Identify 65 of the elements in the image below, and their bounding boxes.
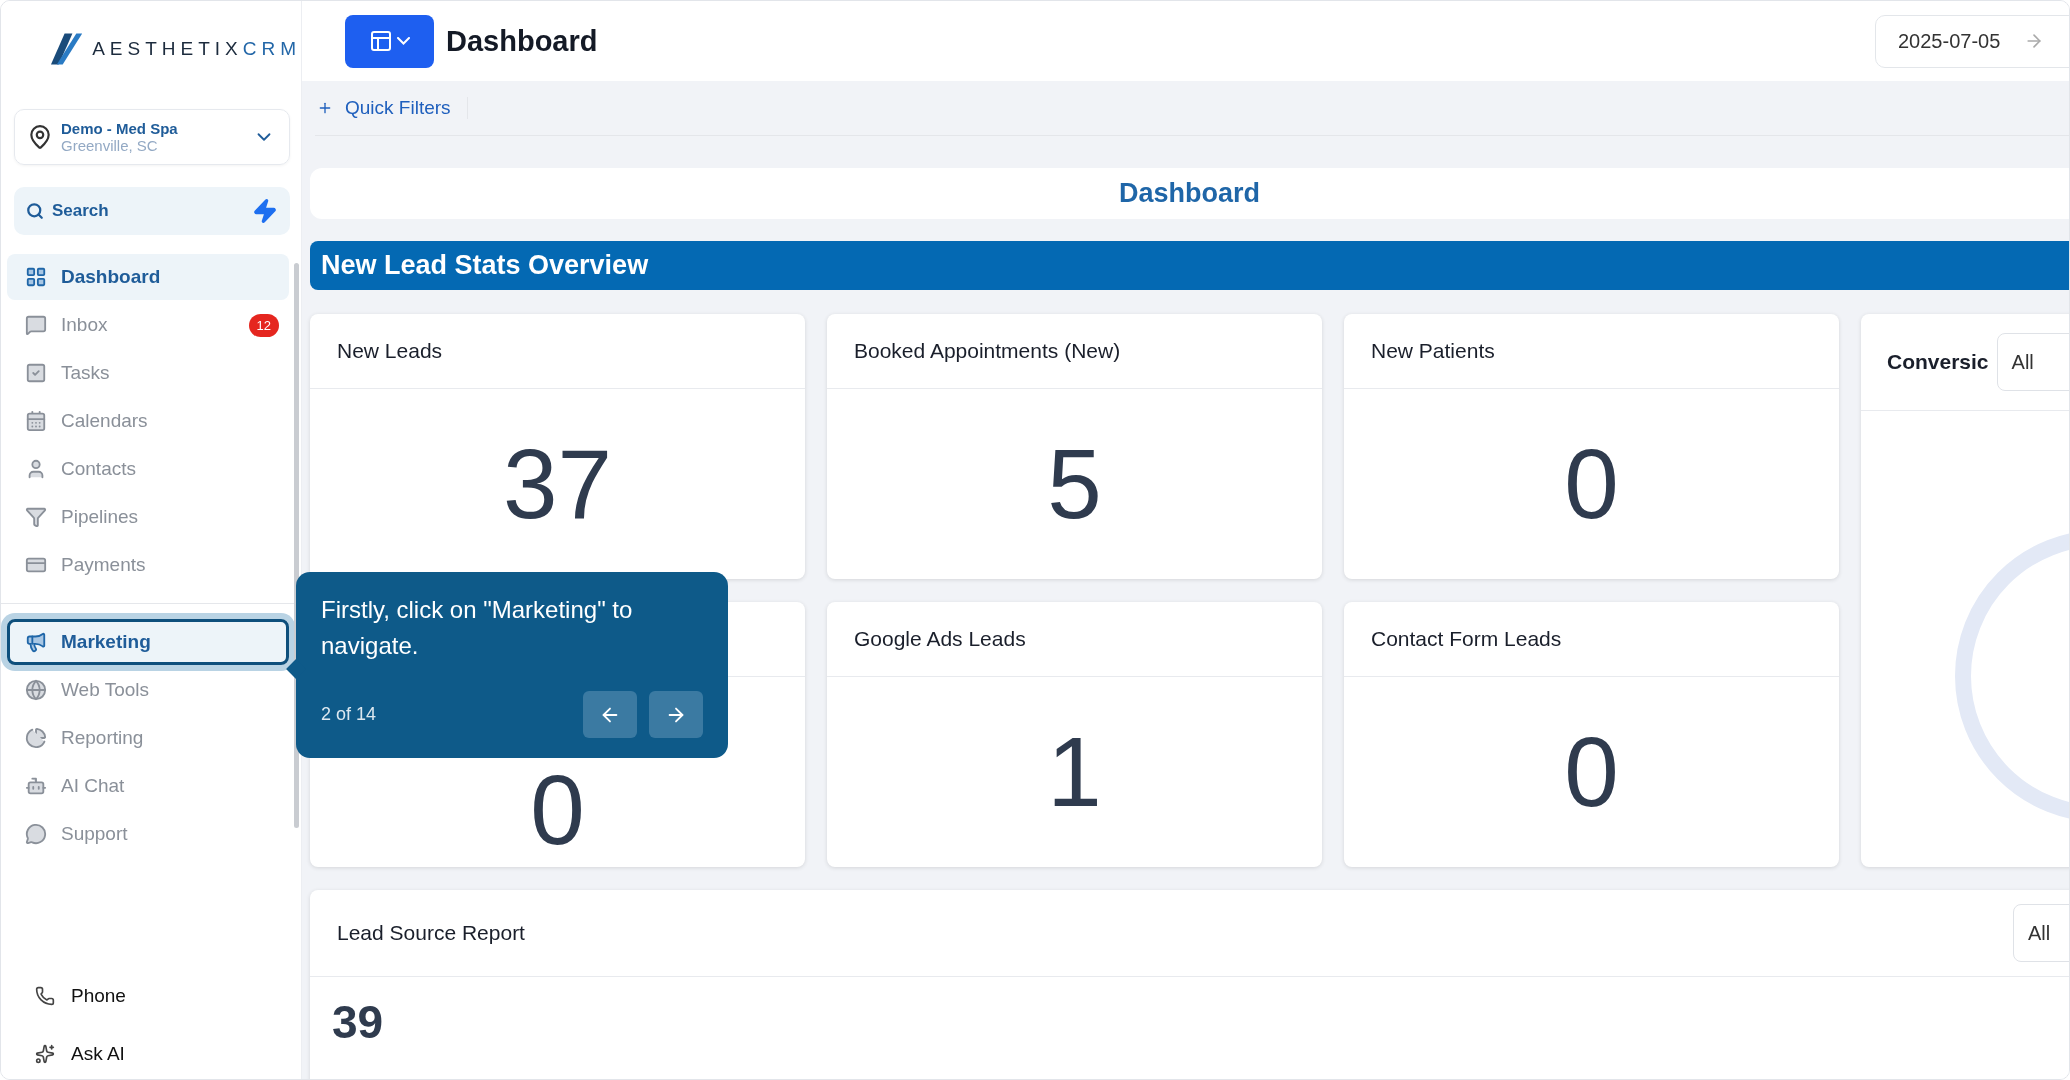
map-pin-icon — [27, 124, 53, 150]
stat-value: 0 — [1564, 723, 1619, 821]
location-city: Greenville, SC — [61, 137, 159, 154]
nav-icon — [25, 679, 47, 701]
page-title: Dashboard — [446, 24, 598, 58]
section-title: New Lead Stats Overview — [321, 250, 649, 281]
footer-link[interactable]: Phone — [35, 985, 301, 1007]
location-selector[interactable]: Demo - Med Spa Greenville, SC — [14, 109, 290, 165]
footer-link[interactable]: Ask AI — [35, 1043, 301, 1065]
filter-select[interactable]: All — [2013, 904, 2069, 962]
nav-item[interactable]: Support — [7, 811, 289, 857]
lightning-icon — [252, 198, 278, 224]
dashboard-heading: Dashboard — [1119, 178, 1260, 209]
stat-value: 0 — [1564, 435, 1619, 533]
nav-icon — [25, 410, 47, 432]
location-name: Demo - Med Spa — [61, 120, 179, 137]
nav-item[interactable]: AI Chat — [7, 763, 289, 809]
nav-item[interactable]: Pipelines — [7, 494, 289, 540]
nav-icon — [25, 727, 47, 749]
layout-icon — [369, 29, 393, 53]
next-button[interactable] — [649, 691, 703, 738]
stat-value: 0 — [530, 761, 585, 859]
stat-value: 1 — [1047, 723, 1102, 821]
nav-icon — [25, 314, 47, 336]
stat-value: 37 — [503, 435, 612, 533]
stat-title: New Patients — [1371, 339, 1495, 363]
nav-item[interactable]: Reporting — [7, 715, 289, 761]
nav-icon — [25, 362, 47, 384]
nav-item[interactable]: Tasks — [7, 350, 289, 396]
conversion-title: Conversic — [1887, 350, 1989, 374]
logo-text: AESTHETIX CRM — [92, 38, 301, 60]
nav-item[interactable]: Calendars — [7, 398, 289, 444]
nav-item[interactable]: Payments — [7, 542, 289, 588]
logo-icon — [49, 31, 85, 67]
tooltip-text: Firstly, click on "Marketing" to navigate. — [321, 595, 634, 661]
search-icon — [26, 202, 44, 220]
sparkles-icon — [35, 1044, 55, 1064]
quick-filters-button[interactable]: Quick Filters — [315, 97, 468, 119]
plus-icon — [317, 100, 333, 116]
nav-item[interactable]: Dashboard — [7, 254, 289, 300]
filter-select[interactable]: All — [1996, 333, 2069, 391]
phone-icon — [35, 986, 55, 1006]
search-field[interactable]: Search — [14, 187, 290, 235]
search-placeholder: Search — [52, 201, 110, 221]
stat-value: 5 — [1047, 435, 1102, 533]
nav-icon — [25, 266, 47, 288]
stat-title: Google Ads Leads — [854, 627, 1026, 651]
chevron-down-icon — [397, 37, 410, 45]
stat-title: Contact Form Leads — [1371, 627, 1562, 651]
nav-item[interactable]: Inbox 12 — [7, 302, 289, 348]
lead-total: 39 — [331, 995, 385, 1049]
nav-icon — [25, 823, 47, 845]
step-counter: 2 of 14 — [321, 704, 378, 725]
lead-source-title: Lead Source Report — [337, 921, 525, 945]
date-field[interactable]: 2025-07-05 — [1875, 14, 2069, 68]
count-badge: 12 — [248, 313, 279, 337]
nav-icon — [25, 775, 47, 797]
nav-item[interactable]: Web Tools — [7, 667, 289, 713]
nav-icon — [25, 631, 47, 653]
nav-icon — [25, 506, 47, 528]
stat-title: New Leads — [337, 339, 443, 363]
stat-title: Booked Appointments (New) — [854, 339, 1121, 363]
previous-button[interactable] — [583, 691, 637, 738]
layout-button[interactable] — [345, 14, 434, 68]
nav-item[interactable]: Contacts — [7, 446, 289, 492]
